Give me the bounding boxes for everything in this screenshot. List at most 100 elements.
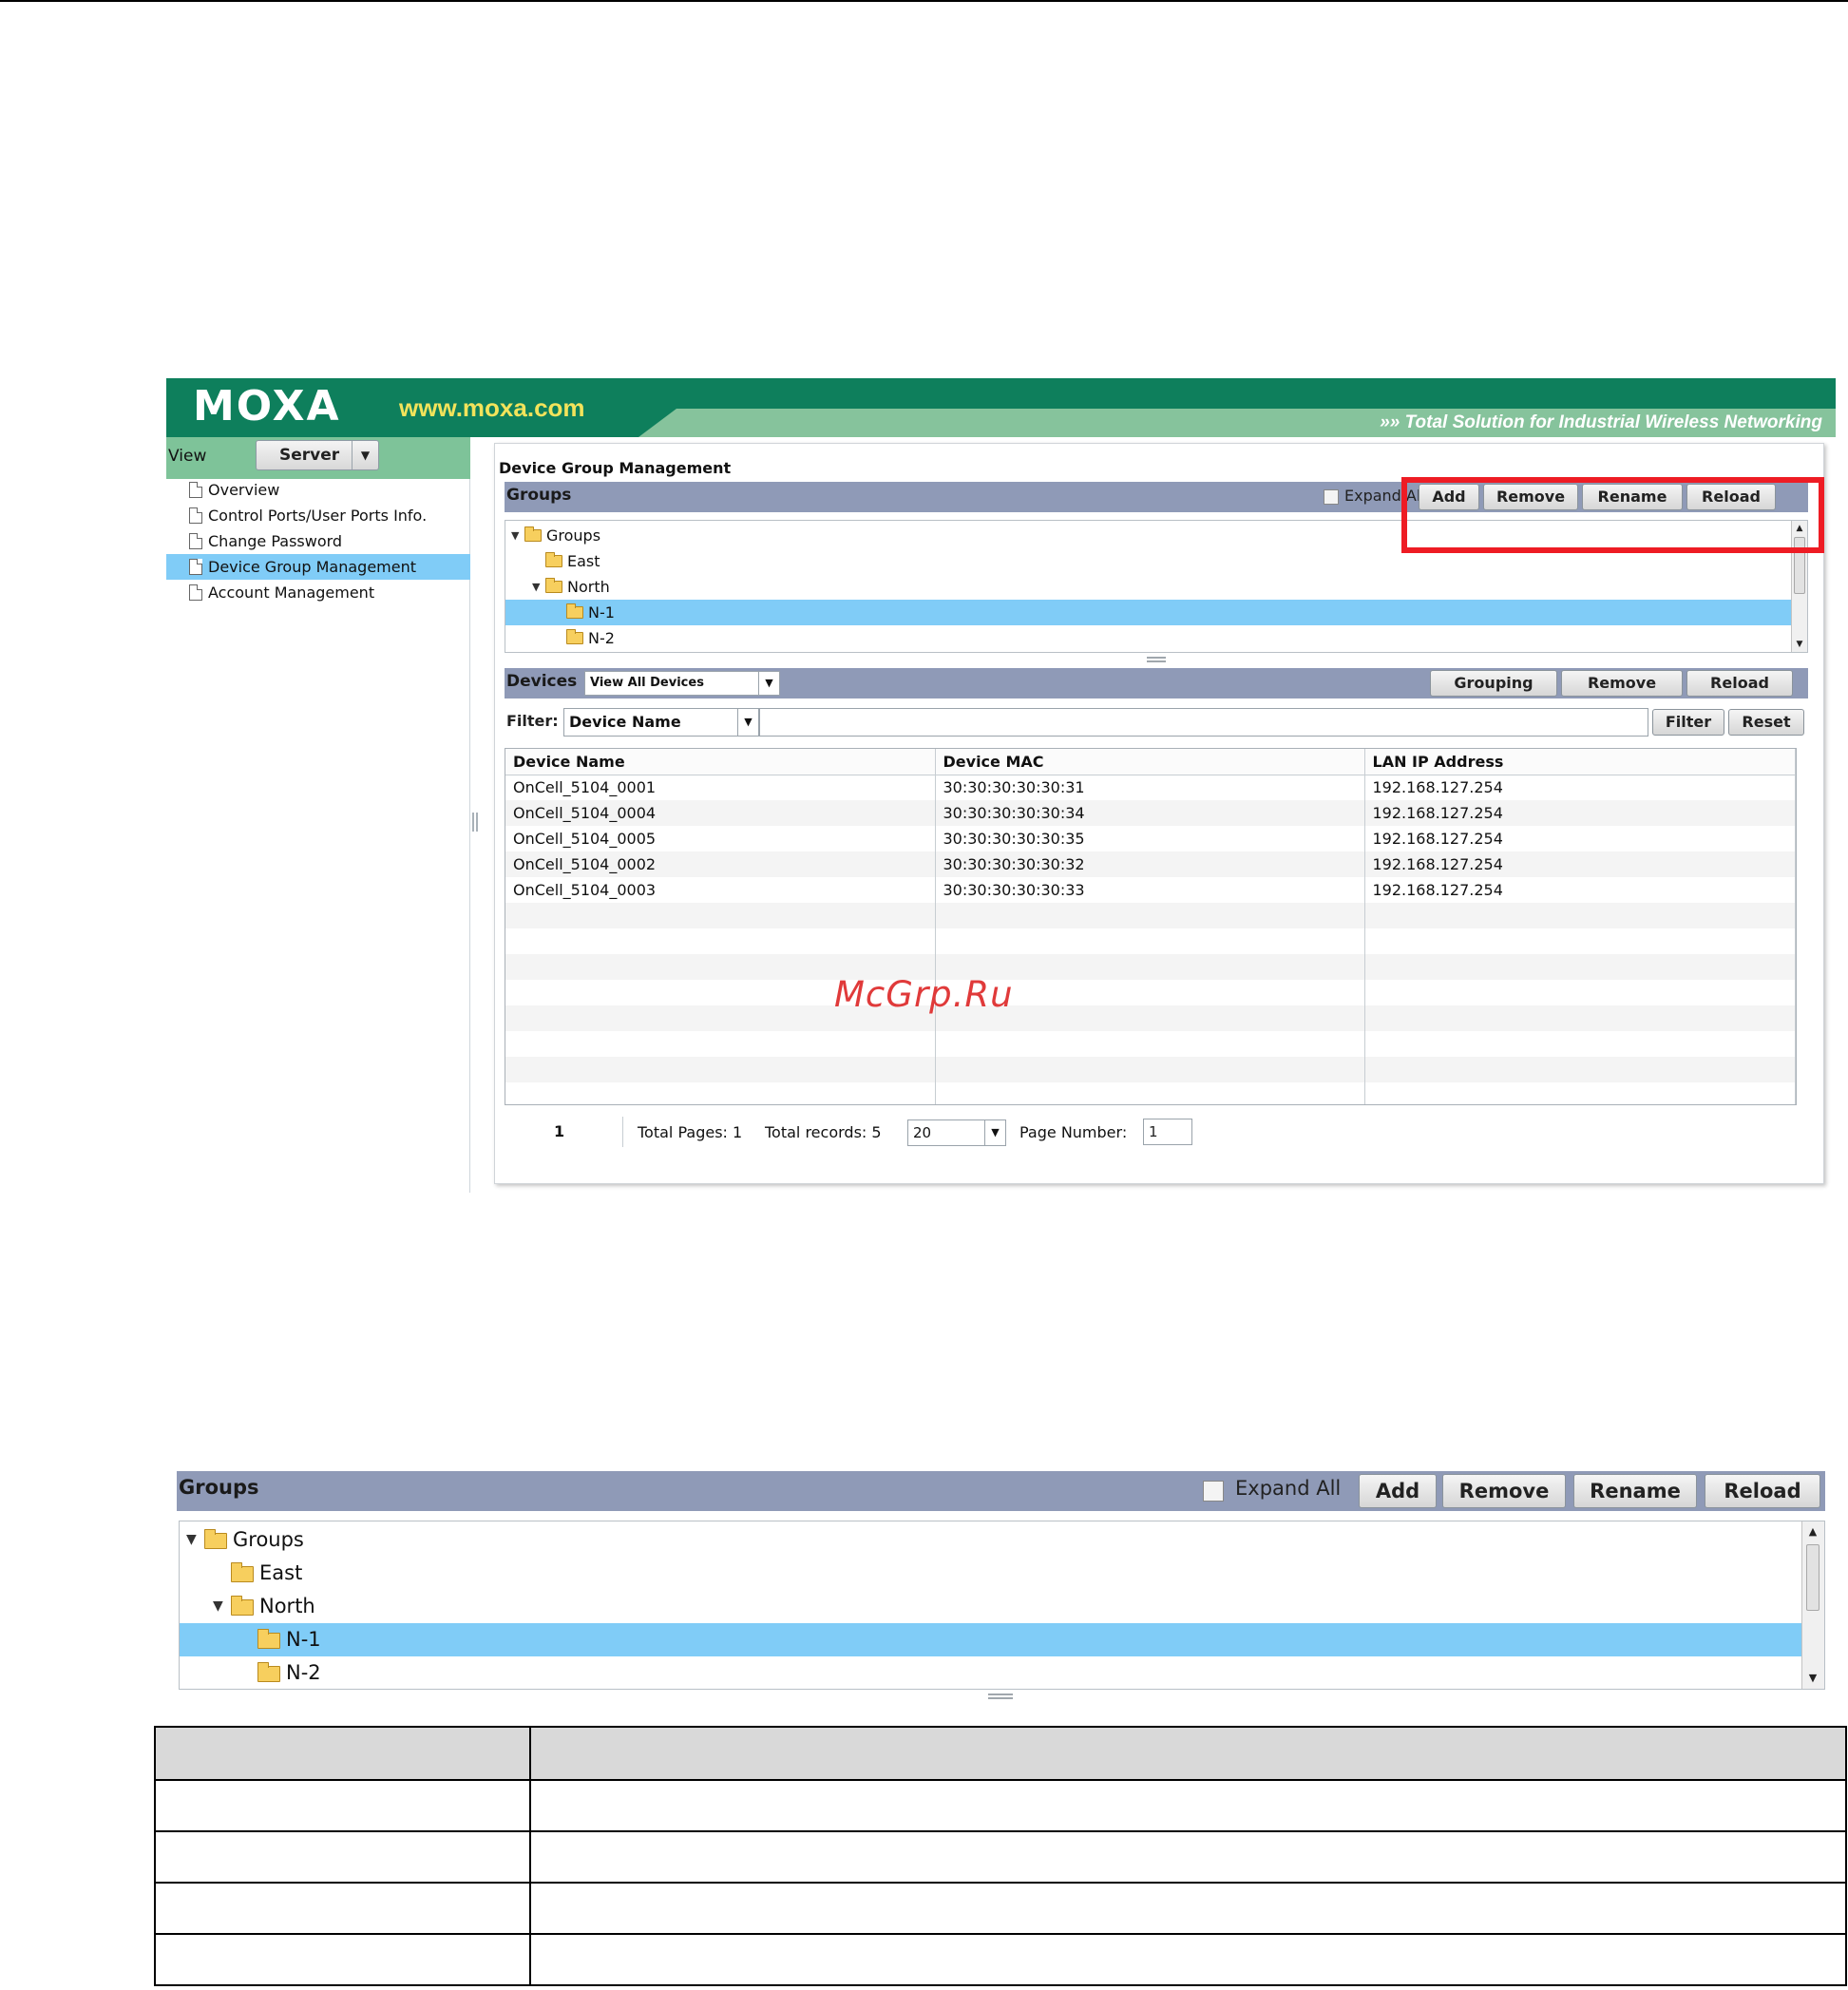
- groups-zoom-screenshot: Groups Expand All Add Remove Rename Relo…: [177, 1471, 1825, 1704]
- scroll-down-icon[interactable]: ▼: [1792, 637, 1807, 652]
- expand-triangle-icon[interactable]: ▼: [511, 523, 519, 548]
- document-table-row: [154, 1933, 1847, 1986]
- tree-node-n-2[interactable]: N-2: [505, 625, 1807, 651]
- empty-row: [505, 954, 1796, 980]
- expand-triangle-icon[interactable]: ▼: [186, 1523, 197, 1557]
- pager-total-records: Total records: 5: [765, 1123, 882, 1141]
- table-cell: [529, 1933, 1847, 1986]
- chevron-down-icon[interactable]: ▼: [984, 1120, 1005, 1145]
- expand-triangle-icon[interactable]: ▼: [213, 1590, 223, 1623]
- tree-node-north[interactable]: ▼ North: [180, 1590, 1824, 1623]
- add-group-button[interactable]: Add: [1359, 1474, 1437, 1508]
- document-icon: [189, 533, 202, 549]
- reset-button[interactable]: Reset: [1728, 709, 1804, 736]
- chevron-down-icon[interactable]: ▼: [737, 709, 758, 736]
- folder-open-icon: [257, 1629, 280, 1649]
- table-cell: [154, 1882, 531, 1935]
- table-row[interactable]: OnCell_5104_0003 30:30:30:30:30:33 192.1…: [505, 877, 1796, 903]
- cell-device-mac: 30:30:30:30:30:34: [935, 800, 1365, 826]
- tree-node-label: North: [567, 578, 610, 596]
- sidebar: View Server ▼ Overview Control Ports/Use…: [166, 437, 470, 1193]
- page-number-input[interactable]: 1: [1143, 1119, 1192, 1145]
- tree-node-n-1[interactable]: N-1: [505, 600, 1807, 625]
- document-table-row: [154, 1779, 1847, 1832]
- devices-title: Devices: [506, 672, 578, 691]
- document-icon: [189, 559, 202, 575]
- tree-node-n-1[interactable]: N-1: [180, 1623, 1824, 1656]
- tree-node-north[interactable]: ▼ North: [505, 574, 1807, 600]
- column-header-device-mac[interactable]: Device MAC: [935, 749, 1365, 775]
- sidebar-nav: Overview Control Ports/User Ports Info. …: [166, 477, 470, 605]
- tree-node-label: N-2: [588, 629, 615, 647]
- devices-table: Device Name Device MAC LAN IP Address On…: [505, 749, 1796, 1104]
- chevron-down-icon[interactable]: ▼: [352, 441, 378, 469]
- table-row[interactable]: OnCell_5104_0002 30:30:30:30:30:32 192.1…: [505, 851, 1796, 877]
- sidebar-item-account-management[interactable]: Account Management: [166, 580, 470, 605]
- sidebar-item-change-password[interactable]: Change Password: [166, 528, 470, 554]
- tree-node-groups[interactable]: ▼ Groups: [180, 1523, 1824, 1557]
- tree-node-label: N-2: [286, 1661, 321, 1684]
- empty-row: [505, 1005, 1796, 1031]
- remove-group-button[interactable]: Remove: [1442, 1474, 1566, 1508]
- tree-node-label: East: [259, 1561, 303, 1584]
- pager-total-pages: Total Pages: 1: [638, 1123, 743, 1141]
- cell-device-name: OnCell_5104_0002: [505, 851, 936, 877]
- scroll-down-icon[interactable]: ▼: [1802, 1668, 1823, 1689]
- column-header-lan-ip[interactable]: LAN IP Address: [1364, 749, 1796, 775]
- table-row[interactable]: OnCell_5104_0005 30:30:30:30:30:35 192.1…: [505, 826, 1796, 851]
- table-header-row: Device Name Device MAC LAN IP Address: [505, 749, 1796, 775]
- pane-resize-handle[interactable]: [1147, 657, 1166, 662]
- scroll-thumb[interactable]: [1806, 1544, 1819, 1611]
- cell-lan-ip: 192.168.127.254: [1364, 877, 1796, 903]
- cell-lan-ip: 192.168.127.254: [1364, 800, 1796, 826]
- cell-device-mac: 30:30:30:30:30:35: [935, 826, 1365, 851]
- chevron-down-icon[interactable]: ▼: [758, 672, 779, 695]
- moxa-web-console-screenshot: MOXA www.moxa.com »» Total Solution for …: [166, 378, 1836, 1193]
- groups-toolbar: Groups Expand All Add Remove Rename Relo…: [177, 1471, 1825, 1511]
- empty-row: [505, 1031, 1796, 1057]
- tree-scrollbar[interactable]: ▲ ▼: [1801, 1521, 1824, 1689]
- cell-lan-ip: 192.168.127.254: [1364, 826, 1796, 851]
- filter-field-select[interactable]: Device Name ▼: [563, 708, 759, 737]
- devices-toolbar: Devices View All Devices ▼ Grouping Remo…: [505, 668, 1808, 698]
- remove-device-button[interactable]: Remove: [1561, 670, 1683, 697]
- reload-groups-button[interactable]: Reload: [1705, 1474, 1820, 1508]
- table-row[interactable]: OnCell_5104_0001 30:30:30:30:30:31 192.1…: [505, 775, 1796, 800]
- page-size-select[interactable]: 20 ▼: [907, 1119, 1006, 1146]
- filter-button[interactable]: Filter: [1652, 709, 1724, 736]
- tree-node-east[interactable]: East: [180, 1557, 1824, 1590]
- sidebar-resize-handle[interactable]: [472, 813, 478, 832]
- table-row[interactable]: OnCell_5104_0004 30:30:30:30:30:34 192.1…: [505, 800, 1796, 826]
- expand-all-label: Expand All: [1235, 1477, 1342, 1500]
- sidebar-item-device-group-management[interactable]: Device Group Management: [166, 554, 470, 580]
- sidebar-item-overview[interactable]: Overview: [166, 477, 470, 503]
- filter-input[interactable]: [759, 708, 1648, 737]
- devices-view-select[interactable]: View All Devices ▼: [584, 671, 780, 696]
- rename-group-button[interactable]: Rename: [1573, 1474, 1697, 1508]
- sidebar-item-label: Account Management: [208, 584, 375, 602]
- pager-current-page[interactable]: 1: [554, 1122, 564, 1140]
- expand-triangle-icon[interactable]: ▼: [532, 574, 540, 600]
- callout-highlight-box: [1401, 477, 1824, 553]
- pane-resize-handle[interactable]: [988, 1693, 1013, 1699]
- reload-devices-button[interactable]: Reload: [1686, 670, 1793, 697]
- view-bar: View Server ▼: [166, 437, 470, 479]
- expand-all-checkbox[interactable]: [1324, 489, 1339, 505]
- scroll-up-icon[interactable]: ▲: [1802, 1521, 1823, 1542]
- tree-node-label: N-1: [588, 603, 615, 622]
- tree-node-label: Groups: [233, 1528, 304, 1551]
- sidebar-item-control-ports[interactable]: Control Ports/User Ports Info.: [166, 503, 470, 528]
- column-header-device-name[interactable]: Device Name: [505, 749, 936, 775]
- view-select[interactable]: Server ▼: [256, 440, 379, 470]
- devices-grid: Device Name Device MAC LAN IP Address On…: [505, 748, 1797, 1105]
- document-icon: [189, 507, 202, 524]
- grouping-button[interactable]: Grouping: [1430, 670, 1557, 697]
- empty-row: [505, 1057, 1796, 1082]
- sidebar-item-label: Device Group Management: [208, 558, 416, 576]
- empty-row: [505, 928, 1796, 954]
- folder-open-icon: [257, 1662, 280, 1682]
- expand-all-checkbox[interactable]: [1203, 1481, 1224, 1502]
- document-table-header: [154, 1726, 1847, 1781]
- tree-node-n-2[interactable]: N-2: [180, 1656, 1824, 1689]
- table-cell: [529, 1830, 1847, 1884]
